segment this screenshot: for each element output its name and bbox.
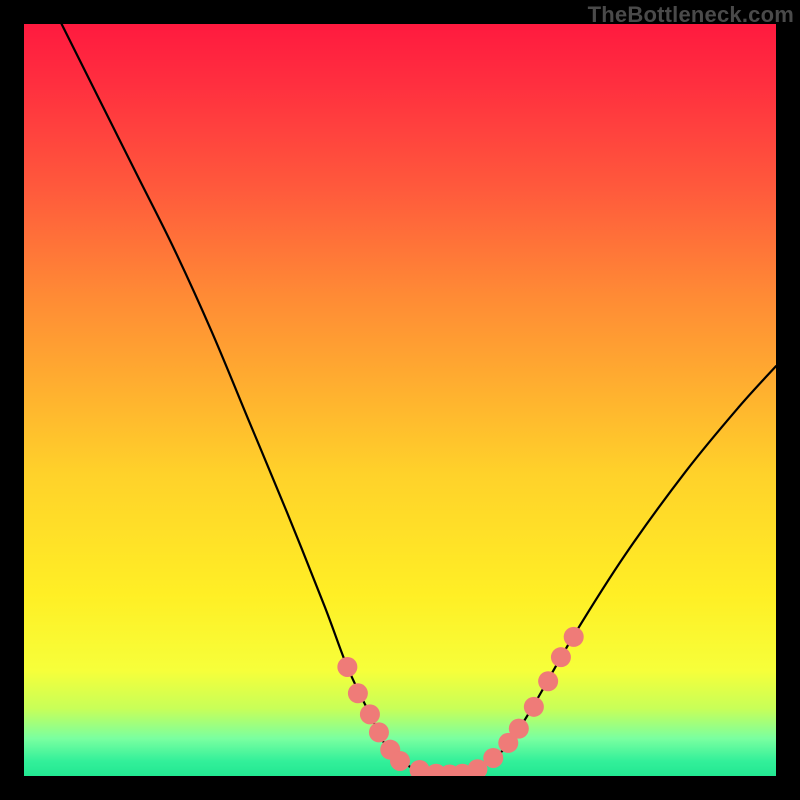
marker-point (337, 657, 357, 677)
marker-point (369, 722, 389, 742)
marker-point (551, 647, 571, 667)
marker-point (524, 697, 544, 717)
marker-point (538, 671, 558, 691)
marker-group (337, 627, 583, 776)
bottleneck-curve (62, 24, 776, 775)
marker-point (564, 627, 584, 647)
marker-point (483, 748, 503, 768)
watermark-label: TheBottleneck.com (588, 2, 794, 28)
marker-point (390, 751, 410, 771)
marker-point (348, 683, 368, 703)
chart-stage: TheBottleneck.com (0, 0, 800, 800)
marker-point (360, 704, 380, 724)
curve-layer (24, 24, 776, 776)
marker-point (509, 719, 529, 739)
plot-area (24, 24, 776, 776)
